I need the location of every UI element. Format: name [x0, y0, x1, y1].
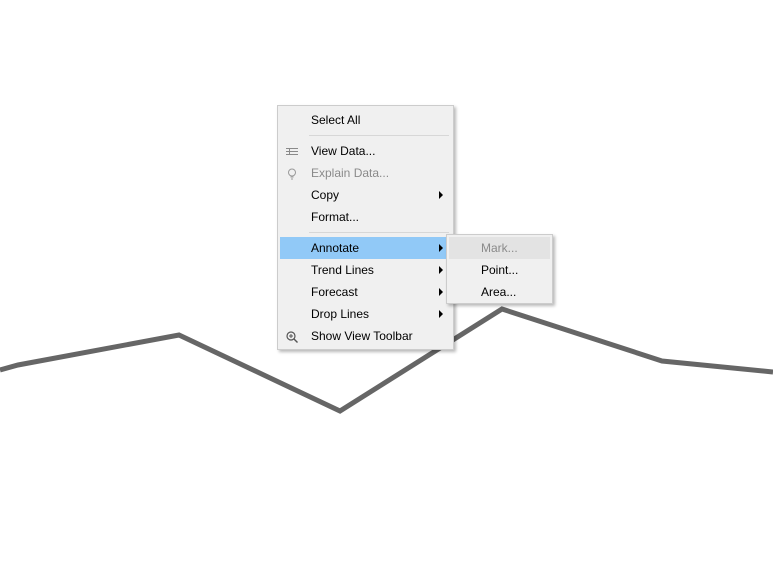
submenu-item-area[interactable]: Area...	[449, 281, 550, 303]
annotate-submenu: Mark... Point... Area...	[446, 234, 553, 304]
menu-item-label: Format...	[311, 210, 360, 224]
menu-item-label: View Data...	[311, 144, 376, 158]
menu-item-explain-data: Explain Data...	[280, 162, 451, 184]
submenu-arrow-icon	[439, 266, 443, 274]
lightbulb-icon	[285, 166, 299, 180]
menu-item-drop-lines[interactable]: Drop Lines	[280, 303, 451, 325]
menu-item-show-view-toolbar[interactable]: Show View Toolbar	[280, 325, 451, 347]
view-canvas[interactable]: Select All View Data... Explain Data... …	[0, 0, 773, 566]
table-icon	[285, 144, 299, 158]
menu-item-label: Annotate	[311, 241, 360, 255]
submenu-item-point[interactable]: Point...	[449, 259, 550, 281]
menu-item-label: Drop Lines	[311, 307, 370, 321]
menu-separator	[309, 232, 449, 233]
zoom-icon	[285, 329, 299, 343]
menu-item-label: Forecast	[311, 285, 358, 299]
menu-item-label: Show View Toolbar	[311, 329, 413, 343]
menu-item-annotate[interactable]: Annotate	[280, 237, 451, 259]
submenu-arrow-icon	[439, 244, 443, 252]
context-menu: Select All View Data... Explain Data... …	[277, 105, 454, 350]
submenu-arrow-icon	[439, 191, 443, 199]
submenu-arrow-icon	[439, 288, 443, 296]
menu-item-label: Select All	[311, 113, 361, 127]
menu-item-trend-lines[interactable]: Trend Lines	[280, 259, 451, 281]
menu-item-view-data[interactable]: View Data...	[280, 140, 451, 162]
menu-item-format[interactable]: Format...	[280, 206, 451, 228]
menu-item-copy[interactable]: Copy	[280, 184, 451, 206]
menu-item-label: Area...	[481, 285, 517, 299]
menu-item-select-all[interactable]: Select All	[280, 109, 451, 131]
menu-item-label: Mark...	[481, 241, 518, 255]
menu-separator	[309, 135, 449, 136]
menu-item-label: Explain Data...	[311, 166, 390, 180]
menu-item-forecast[interactable]: Forecast	[280, 281, 451, 303]
submenu-arrow-icon	[439, 310, 443, 318]
menu-item-label: Trend Lines	[311, 263, 374, 277]
submenu-item-mark: Mark...	[449, 237, 550, 259]
menu-item-label: Copy	[311, 188, 340, 202]
menu-item-label: Point...	[481, 263, 519, 277]
